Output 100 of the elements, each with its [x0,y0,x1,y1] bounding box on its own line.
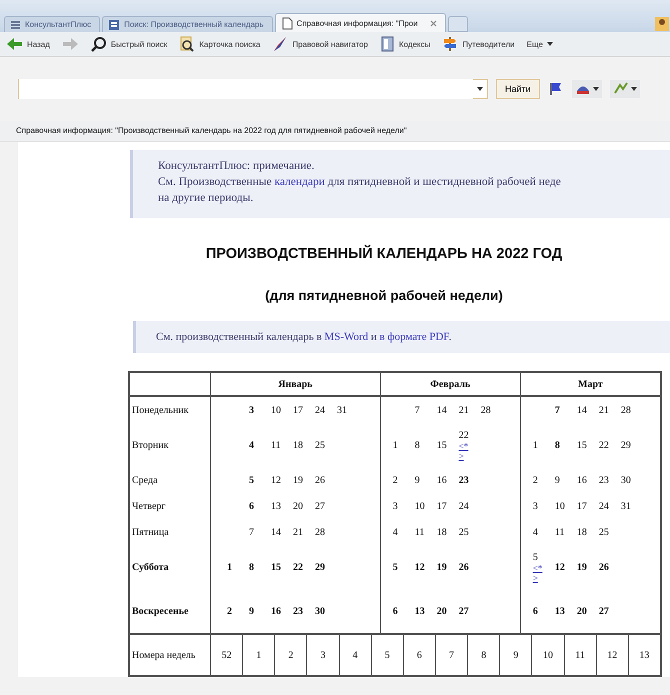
footnote-link[interactable]: <*> [532,562,543,582]
new-tab-button[interactable] [448,16,468,32]
week-number: 5 [372,635,404,675]
calendar-day: 3 [392,500,398,512]
calendar-day: 22 [293,562,303,572]
calendar-day: 5 [532,552,538,562]
toolbar-button[interactable]: Карточка поиска [179,36,260,52]
calendar-day: 25 [315,440,325,450]
calendar-day: 8 [249,562,254,572]
week-number: 8 [468,635,500,675]
calendar-day: 4 [532,526,538,538]
calendar-day: 7 [249,526,254,538]
calendar-day: 25 [598,526,609,538]
toolbar-dropdown[interactable] [610,80,640,98]
calendar-day: 18 [436,526,447,538]
calendar-day: 15 [436,440,447,450]
find-button[interactable]: Найти [496,79,540,99]
weekday-label: Четверг [129,493,210,519]
calendar-day: 9 [249,606,254,616]
calendar-day: 22 [458,430,469,440]
calendar-day: 11 [271,440,281,450]
calendar-day: 27 [315,500,325,512]
menu-icon [10,18,21,30]
calendar-day: 13 [554,606,565,616]
calendar-day: 2 [532,474,538,486]
forward-arrow-icon [62,36,79,52]
calendar-day: 8 [554,440,560,450]
calendar-day: 31 [337,404,347,416]
browser-tab[interactable]: Поиск: Производственный календарь [102,16,273,32]
calendar-day: 16 [271,606,281,616]
calendar-day: 21 [598,404,609,416]
weekday-label: Вторник [129,423,210,467]
calendar-day: 16 [576,474,587,486]
calendar-day: 10 [271,404,281,416]
book-icon [380,36,395,52]
user-icon [654,15,670,32]
calendar-day: 14 [271,526,281,538]
page-subheading: (для пятидневной рабочей недели) [264,288,504,303]
toolbar-button[interactable] [62,36,79,52]
week-number: 52 [211,635,244,675]
calendar-day: 10 [554,500,565,512]
calendar-day: 12 [414,562,425,572]
calendar-day: 10 [414,500,425,512]
week-number: 6 [404,635,436,675]
calendar-day: 28 [620,404,631,416]
week-number: 11 [564,635,597,675]
calendar-day: 23 [458,474,469,486]
calendar-day: 14 [436,404,447,416]
footnote-link[interactable]: <*> [458,440,469,460]
calendar-day: 7 [414,404,420,416]
calendar-day: 29 [315,562,325,572]
download-note: См. производственный календарь в MS-Word и в формате PDF. [133,321,670,353]
calendar-day: 13 [271,500,281,512]
calendar-day: 23 [293,606,303,616]
link[interactable]: MS-Word [324,331,368,343]
month-header: Февраль [380,372,520,396]
search-field[interactable] [18,79,488,99]
calendar-day: 19 [576,562,587,572]
calendar-day: 3 [249,404,254,416]
link[interactable]: в формате PDF [380,331,449,343]
calendar-day: 26 [315,474,325,486]
toolbar-dropdown[interactable] [572,80,602,98]
calendar-day: 9 [554,474,560,486]
calendar-day: 19 [436,562,447,572]
calendar-day: 17 [436,500,447,512]
calendar-day: 5 [392,562,398,572]
calendar-day: 9 [414,474,420,486]
toolbar-button[interactable]: Путеводители [442,36,515,52]
calendar-day: 21 [458,404,469,416]
document-icon [108,18,120,30]
week-number: 9 [500,635,532,675]
toolbar-button[interactable]: Назад [6,36,50,52]
calendar-day: 24 [598,500,609,512]
weekday-label: Воскресенье [129,589,210,634]
week-number: 7 [436,635,468,675]
calendar-day: 22 [598,440,609,450]
calendar-day: 14 [576,404,587,416]
calendar-day: 25 [458,526,469,538]
dropdown-caret-icon [477,87,483,91]
back-arrow-icon [6,36,23,52]
calendar-day: 12 [271,474,281,486]
week-number: 4 [340,635,372,675]
note-text: См. Производственные календари для пятидневной и шестидневной рабочей неде [158,175,562,190]
toolbar-button[interactable]: Быстрый поиск [90,36,168,52]
calendar-day: 21 [293,526,303,538]
calendar-day: 24 [458,500,469,512]
link[interactable]: календари [274,176,325,188]
calendar-day: 3 [532,500,538,512]
toolbar-button[interactable]: Еще [526,40,553,48]
week-number: 12 [596,635,629,675]
toolbar-button[interactable]: Правовой навигатор [272,36,368,52]
calendar-day: 30 [620,474,631,486]
browser-tab[interactable]: КонсультантПлюс [4,16,100,32]
search-icon [90,36,107,52]
calendar-day: 24 [315,404,325,416]
calendar-day: 27 [598,606,609,616]
browser-tab[interactable]: Справочная информация: "Прои [274,13,446,32]
calendar-day: 26 [598,562,609,572]
toolbar-button[interactable]: Кодексы [380,36,430,52]
calendar-day: 28 [480,404,491,416]
